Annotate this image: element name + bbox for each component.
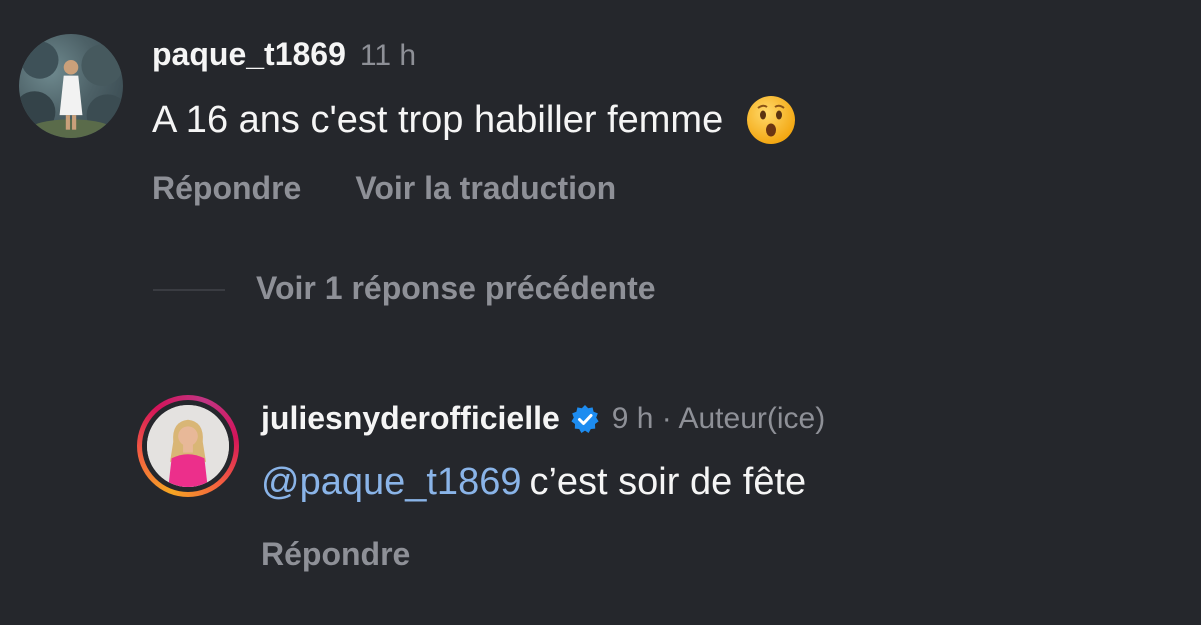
reply-username[interactable]: juliesnyderofficielle [261, 400, 560, 437]
comment-text: A 16 ans c'est trop habiller femme [152, 94, 797, 146]
see-translation-button[interactable]: Voir la traduction [355, 170, 616, 207]
comment-body: A 16 ans c'est trop habiller femme [152, 98, 724, 141]
reply-meta: 9 h · Auteur(ice) [611, 401, 826, 435]
verified-badge-icon [570, 404, 600, 434]
profile-photo [19, 41, 123, 138]
reply-actions: Répondre [261, 536, 410, 573]
avatar[interactable] [19, 34, 123, 138]
reply-header: juliesnyderofficielle 9 h · Auteur(ice) [261, 400, 825, 437]
avatar [147, 405, 229, 487]
reply-text: @paque_t1869 c’est soir de fête [261, 461, 806, 504]
hushed-face-emoji-icon [745, 94, 797, 146]
replies-divider [153, 289, 225, 291]
story-ring-avatar[interactable] [137, 395, 239, 497]
comment-thread: paque_t1869 11 h A 16 ans c'est trop hab… [0, 0, 1201, 625]
profile-photo [147, 405, 229, 487]
comment-actions: Répondre Voir la traduction [152, 170, 616, 207]
reply-button[interactable]: Répondre [152, 170, 301, 207]
reply-body: c’est soir de fête [529, 461, 807, 503]
reply-button[interactable]: Répondre [261, 536, 410, 572]
comment-username[interactable]: paque_t1869 [152, 36, 346, 73]
comment-header: paque_t1869 11 h [152, 36, 416, 76]
comment-timestamp: 11 h [359, 39, 417, 72]
view-previous-replies-button[interactable]: Voir 1 réponse précédente [256, 270, 656, 307]
mention-link[interactable]: @paque_t1869 [261, 461, 521, 503]
